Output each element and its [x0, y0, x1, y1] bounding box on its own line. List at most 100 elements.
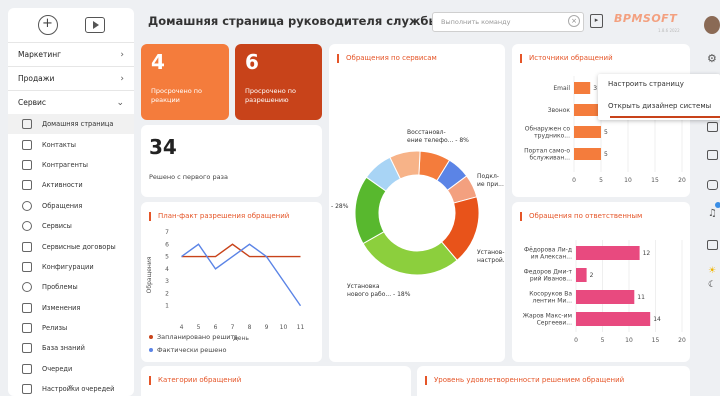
- slice-label: Подкл-: [477, 173, 499, 180]
- category-label: лентин Ми...: [533, 298, 573, 305]
- gear-icon[interactable]: ⚙: [707, 52, 717, 65]
- plan-fact-line-chart: 12345674 5 6 7 8 9 10 11ДеньОбращенияЗапланиров…: [146, 229, 305, 354]
- sidebar-item[interactable]: Очереди: [8, 359, 134, 379]
- legend-marker: [149, 335, 153, 339]
- sidebar-item[interactable]: Конфигурации: [8, 257, 134, 277]
- tick-label: 15: [652, 337, 660, 344]
- services-card: Обращения по сервисам Восстановл-ение те…: [329, 44, 505, 362]
- card-title: Уровень удовлетворенности решением обращ…: [425, 376, 624, 385]
- menu-item-open-designer[interactable]: Открыть дизайнер системы: [598, 96, 720, 118]
- user-avatar[interactable]: [704, 16, 720, 34]
- overdue-reaction-tile[interactable]: 4 Просрочено по реакции: [141, 44, 229, 120]
- overdue-resolution-tile[interactable]: 6 Просрочено по разрешению: [235, 44, 322, 120]
- clear-command-icon[interactable]: ×: [568, 15, 580, 27]
- plan-fact-card: План-факт разрешения обращений 123456745…: [141, 202, 322, 362]
- tick-label: 5: [601, 337, 605, 344]
- tasks-icon[interactable]: [707, 240, 718, 250]
- donut-slice: [362, 231, 458, 276]
- category-label: бслуживан...: [529, 155, 570, 162]
- menu-underline: [610, 116, 720, 118]
- run-process-button[interactable]: [84, 17, 105, 33]
- sidebar-group-label: Сервис: [18, 98, 47, 107]
- chat-icon[interactable]: [707, 180, 718, 190]
- moon-icon[interactable]: ☾: [708, 280, 716, 290]
- tick-label: 11: [297, 324, 305, 331]
- logo-version: 1.8.6 2022: [658, 28, 680, 33]
- tick-label: 8: [248, 324, 252, 331]
- bell-icon[interactable]: ♫: [708, 208, 717, 219]
- sidebar-group-sales[interactable]: Продажи ›: [8, 66, 134, 90]
- first-time-tile[interactable]: 34 Решено с первого раза: [141, 125, 322, 197]
- value-label: 14: [653, 316, 661, 323]
- value-label: 2: [590, 272, 594, 279]
- category-label: Звонок: [548, 107, 571, 114]
- tick-label: 4: [180, 324, 184, 331]
- slice-label: ие при...: [477, 181, 504, 188]
- value-label: 11: [637, 294, 645, 301]
- sidebar-item-label: Очереди: [42, 364, 73, 373]
- sidebar-item[interactable]: База знаний: [8, 338, 134, 358]
- context-menu: Настроить страницу Открыть дизайнер сист…: [598, 74, 720, 120]
- mail-icon[interactable]: [707, 150, 718, 160]
- tile-label: Решено с первого раза: [149, 173, 228, 181]
- sidebar-item[interactable]: Обращения: [8, 196, 134, 216]
- sidebar-item[interactable]: Изменения: [8, 298, 134, 318]
- sidebar-item-label: Домашняя страница: [42, 120, 114, 129]
- sidebar-item[interactable]: Релизы: [8, 318, 134, 338]
- responsible-card: Обращения по ответственным 0 5 10 15 20 Фёдор…: [512, 202, 690, 362]
- feed-icon[interactable]: [707, 122, 718, 132]
- sidebar-group-label: Продажи: [18, 74, 55, 83]
- tick-label: 0: [572, 177, 576, 184]
- sidebar-item[interactable]: Сервисы: [8, 216, 134, 236]
- sidebar-item[interactable]: Контрагенты: [8, 155, 134, 175]
- sidebar-group-marketing[interactable]: Маркетинг ›: [8, 42, 134, 66]
- legend-marker: [149, 348, 153, 352]
- category-label: Жаров Макс-им: [523, 313, 572, 320]
- sidebar-item-label: Релизы: [42, 324, 68, 333]
- config-icon: [22, 261, 32, 272]
- slice-label: настрой...: [477, 257, 505, 264]
- responsible-bar-chart: 0 5 10 15 20 Фёдорова Ли-дия Алексан... 12 Федо…: [523, 240, 686, 344]
- menu-item-configure-page[interactable]: Настроить страницу: [598, 74, 720, 96]
- tick-label: 2: [165, 290, 169, 297]
- sidebar-group-service[interactable]: Сервис ⌄: [8, 90, 134, 114]
- tile-value: 4: [151, 50, 165, 74]
- tile-label: Просрочено по реакции: [151, 87, 203, 104]
- value-label: 12: [643, 250, 651, 257]
- tick-label: 7: [165, 229, 169, 236]
- tick-label: 5: [197, 324, 201, 331]
- sidebar-item[interactable]: Сервисные договоры: [8, 236, 134, 256]
- slice-label: Установка: [347, 283, 380, 290]
- collapse-sidebar-button[interactable]: «: [8, 382, 134, 396]
- tick-label: 7: [231, 324, 235, 331]
- alert-icon: [22, 200, 32, 211]
- run-command-icon[interactable]: ▸: [590, 14, 603, 28]
- bar: [576, 268, 587, 282]
- bar: [576, 290, 635, 304]
- sidebar-item[interactable]: Проблемы: [8, 277, 134, 297]
- sun-icon[interactable]: ☀: [708, 266, 716, 276]
- tick-label: 6: [214, 324, 218, 331]
- sidebar-group-label: Маркетинг: [18, 50, 62, 59]
- bar: [574, 126, 601, 138]
- category-label: Обнаружен со: [525, 126, 571, 133]
- sidebar-item[interactable]: Контакты: [8, 134, 134, 154]
- tick-label: 1: [165, 303, 169, 310]
- sidebar-item[interactable]: Активности: [8, 175, 134, 195]
- tile-value: 34: [149, 135, 177, 159]
- tile-label: Просрочено по разрешению: [245, 87, 297, 104]
- tick-label: 10: [624, 177, 632, 184]
- legend-label: Фактически решено: [157, 346, 226, 354]
- add-button[interactable]: +: [37, 15, 58, 35]
- sidebar-item-label: Сервисные договоры: [42, 242, 116, 251]
- category-label: Федоров Дми-т: [524, 269, 573, 276]
- tick-label: 15: [651, 177, 659, 184]
- sidebar-item[interactable]: Домашняя страница: [8, 114, 134, 135]
- command-input[interactable]: Выполнить команду: [432, 12, 584, 32]
- home-icon: [22, 119, 32, 130]
- sources-bar-chart: 0 5 10 15 20 Email 3 Звонок 5 Обнаружен сотрудник…: [524, 76, 686, 184]
- bar: [574, 148, 601, 160]
- sidebar-item-label: Обращения: [42, 201, 83, 210]
- category-label: Портал само-о: [524, 148, 570, 155]
- tick-label: 20: [678, 177, 686, 184]
